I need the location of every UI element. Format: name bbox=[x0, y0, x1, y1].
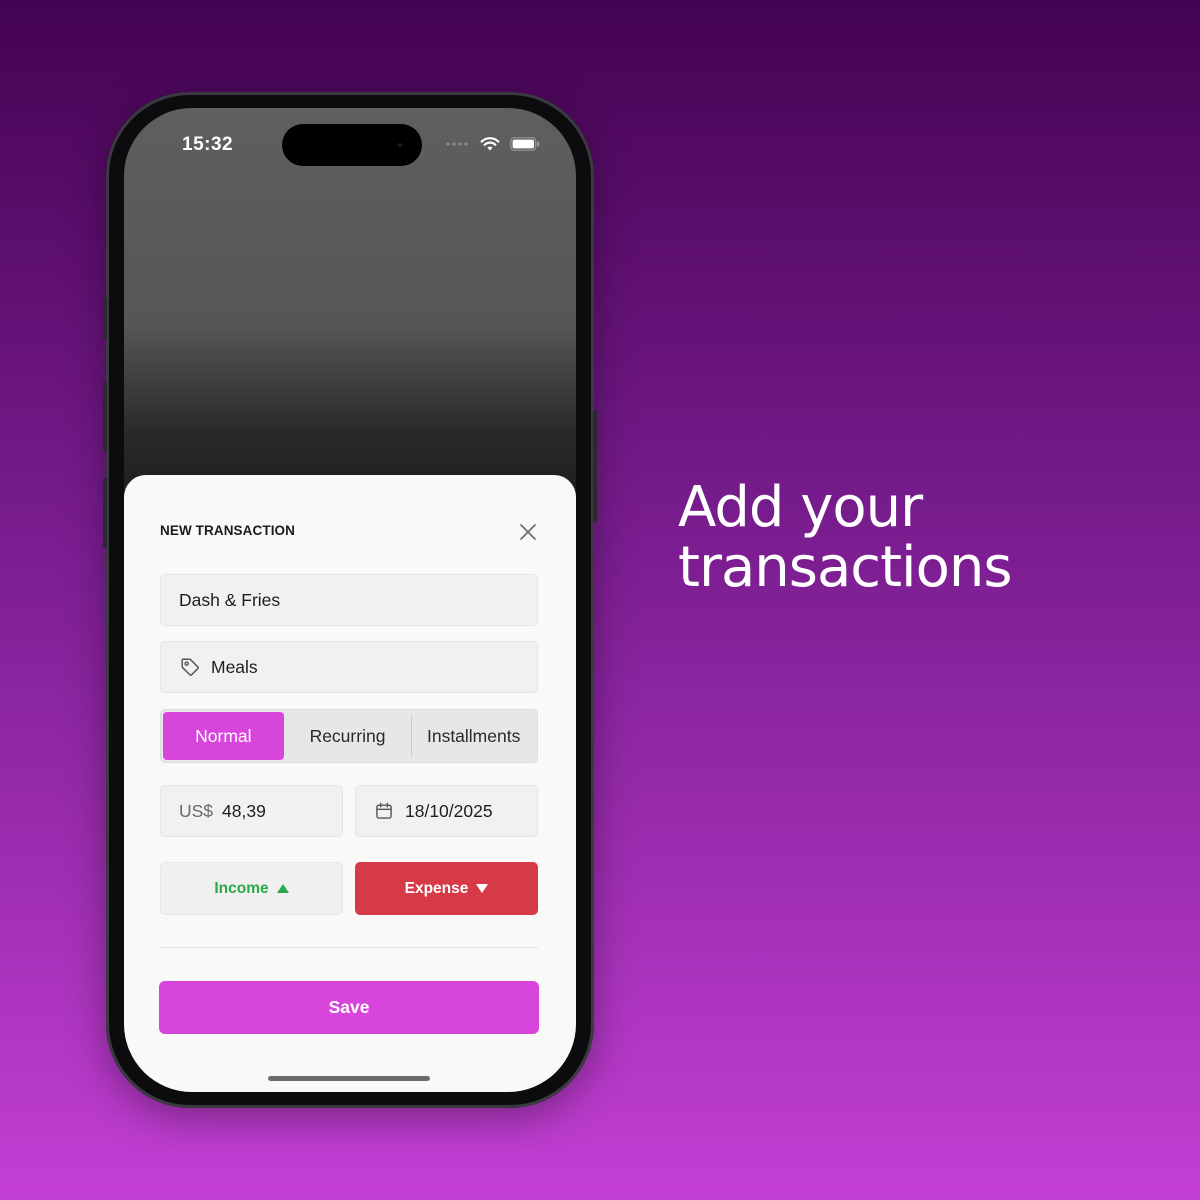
income-button[interactable]: Income bbox=[160, 862, 343, 915]
action-button bbox=[103, 298, 107, 340]
volume-down-button bbox=[103, 478, 107, 548]
description-field[interactable]: Dash & Fries bbox=[160, 574, 538, 626]
volume-up-button bbox=[103, 382, 107, 452]
battery-icon bbox=[510, 137, 540, 151]
expense-label: Expense bbox=[404, 879, 469, 897]
amount-value: 48,39 bbox=[222, 800, 266, 821]
sheet-title: NEW TRANSACTION bbox=[160, 523, 295, 538]
new-transaction-sheet: NEW TRANSACTION Dash & Fries Meals Norma… bbox=[124, 475, 576, 1092]
phone-frame: 15:32 NEW TRANSACTION Dash & Fries Meals… bbox=[103, 92, 597, 1108]
description-value: Dash & Fries bbox=[179, 589, 281, 610]
date-field[interactable]: 18/10/2025 bbox=[355, 785, 538, 837]
mode-normal[interactable]: Normal bbox=[163, 712, 284, 760]
phone-screen: 15:32 NEW TRANSACTION Dash & Fries Meals… bbox=[124, 108, 576, 1092]
headline: Add your transactions bbox=[678, 475, 1013, 600]
mode-installments[interactable]: Installments bbox=[412, 712, 535, 760]
close-button[interactable] bbox=[516, 520, 540, 544]
category-field[interactable]: Meals bbox=[160, 641, 538, 693]
expense-button[interactable]: Expense bbox=[355, 862, 538, 915]
status-time: 15:32 bbox=[182, 134, 234, 155]
arrow-up-icon bbox=[276, 884, 289, 893]
home-indicator[interactable] bbox=[268, 1076, 430, 1081]
mode-segmented-control: Normal Recurring Installments bbox=[160, 709, 538, 763]
date-value: 18/10/2025 bbox=[405, 800, 493, 821]
dynamic-island bbox=[282, 124, 422, 166]
signal-dots-icon bbox=[446, 142, 468, 146]
category-value: Meals bbox=[211, 656, 258, 677]
income-label: Income bbox=[214, 879, 269, 897]
power-button bbox=[593, 410, 597, 522]
calendar-icon bbox=[376, 802, 392, 819]
wifi-icon bbox=[480, 137, 500, 151]
close-icon bbox=[520, 524, 536, 540]
amount-field[interactable]: US$ 48,39 bbox=[160, 785, 343, 837]
arrow-down-icon bbox=[476, 884, 489, 893]
tag-icon bbox=[181, 658, 199, 676]
headline-line-1: Add your bbox=[678, 475, 923, 540]
headline-line-2: transactions bbox=[678, 535, 1013, 600]
sheet-divider bbox=[160, 947, 538, 948]
currency-label: US$ bbox=[179, 800, 214, 821]
save-button[interactable]: Save bbox=[159, 981, 539, 1034]
status-icons bbox=[446, 136, 540, 152]
mode-recurring[interactable]: Recurring bbox=[284, 712, 412, 760]
